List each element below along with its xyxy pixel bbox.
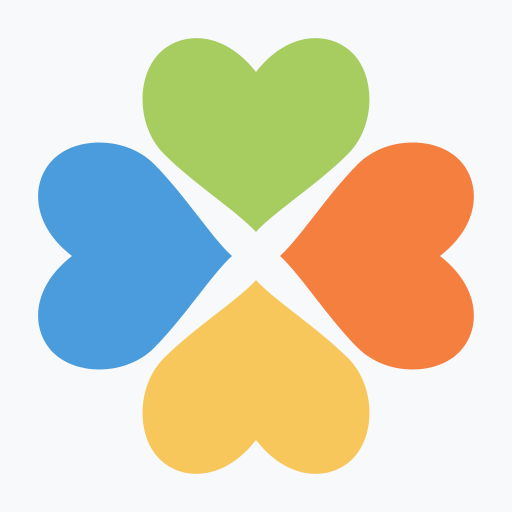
app-icon-canvas xyxy=(0,0,512,512)
four-heart-clover-icon xyxy=(38,38,474,474)
